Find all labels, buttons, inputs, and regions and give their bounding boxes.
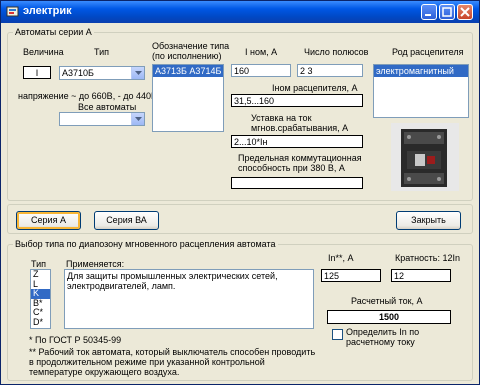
designation-list[interactable]: А3713Б А3714Б [152,64,224,132]
maximize-icon [442,7,452,17]
window-title: электрик [23,5,72,17]
minimize-icon [425,14,431,16]
app-window: электрик Автоматы серии А Величина I Тип… [0,0,480,385]
breaking-field[interactable] [231,177,363,189]
breaking-label: Предельная коммутационная способность пр… [238,153,362,173]
type-label: Тип [94,47,110,57]
close-button[interactable]: Закрыть [396,211,461,230]
chevron-down-icon [135,71,142,75]
inom-label: I ном, А [245,47,278,57]
setting-label: Уставка на ток мгнов.срабатывания, А [251,113,349,133]
calc-current-label: Расчетный ток, А [351,296,423,306]
all-breakers-label: Все автоматы [78,102,137,112]
series-a-button[interactable]: Серия А [16,211,81,230]
voltage-note: напряжение ~ до 660В, - до 440В [18,91,157,101]
inom-release-label: Iном расцепителя, А [272,83,358,93]
type-dropdown[interactable]: А3710Б [59,66,145,80]
type-dropdown-button[interactable] [131,67,144,79]
all-breakers-dropdown-button[interactable] [131,113,144,125]
calc-current-field[interactable]: 1500 [327,310,451,324]
poles-field[interactable]: 2 3 [297,64,363,77]
inom-release-field[interactable]: 31,5...160 [231,94,363,107]
inom-field[interactable]: 160 [231,64,291,77]
applied-text[interactable]: Для защиты промышленных электрических се… [64,269,314,329]
maximize-button[interactable] [439,4,455,20]
multiplicity-label: Кратность: 12In [395,253,460,263]
multiplicity-field[interactable]: 12 [391,269,451,282]
minimize-button[interactable] [421,4,437,20]
designation-selected[interactable]: А3713Б А3714Б [153,65,223,77]
chevron-down-icon [135,117,142,121]
poles-label: Число полюсов [304,47,369,57]
release-type-label: Род расцепителя [392,47,464,57]
designation-label: Обозначение типа (по исполнению) [152,41,230,61]
series-a-legend: Автоматы серии А [15,27,92,37]
in-label: In**, А [328,253,354,263]
breaker-image [391,123,459,191]
setting-field[interactable]: 2...10*Iн [231,135,363,148]
series-va-button[interactable]: Серия ВА [94,211,159,230]
curve-type-label: Тип [31,259,47,269]
release-type-selected[interactable]: электромагнитный [374,65,468,77]
breaker-image-drawing [391,123,459,191]
close-icon [460,7,470,17]
release-type-list[interactable]: электромагнитный [373,64,469,118]
selection-legend: Выбор типа по диапозону мгновенного расц… [15,239,276,249]
close-window-button[interactable] [457,4,473,20]
quantity-label: Величина [23,47,64,57]
applied-label: Применяется: [66,259,125,269]
app-icon [6,6,19,17]
title-bar[interactable]: электрик [1,1,479,23]
quantity-field[interactable]: I [23,66,51,79]
calc-checkbox-label: Определить In по расчетному току [346,327,420,347]
curve-type-item[interactable]: D* [31,317,50,328]
calc-checkbox[interactable] [332,329,343,340]
type-dropdown-value: А3710Б [62,68,94,78]
gost-note: * По ГОСТ Р 50345-99 [29,335,122,345]
curve-type-list[interactable]: Z L K B* C* D* [30,269,51,329]
in-field[interactable]: 125 [321,269,381,282]
rated-current-note: ** Рабочий ток автомата, который выключа… [29,347,316,377]
all-breakers-dropdown[interactable] [59,112,145,126]
